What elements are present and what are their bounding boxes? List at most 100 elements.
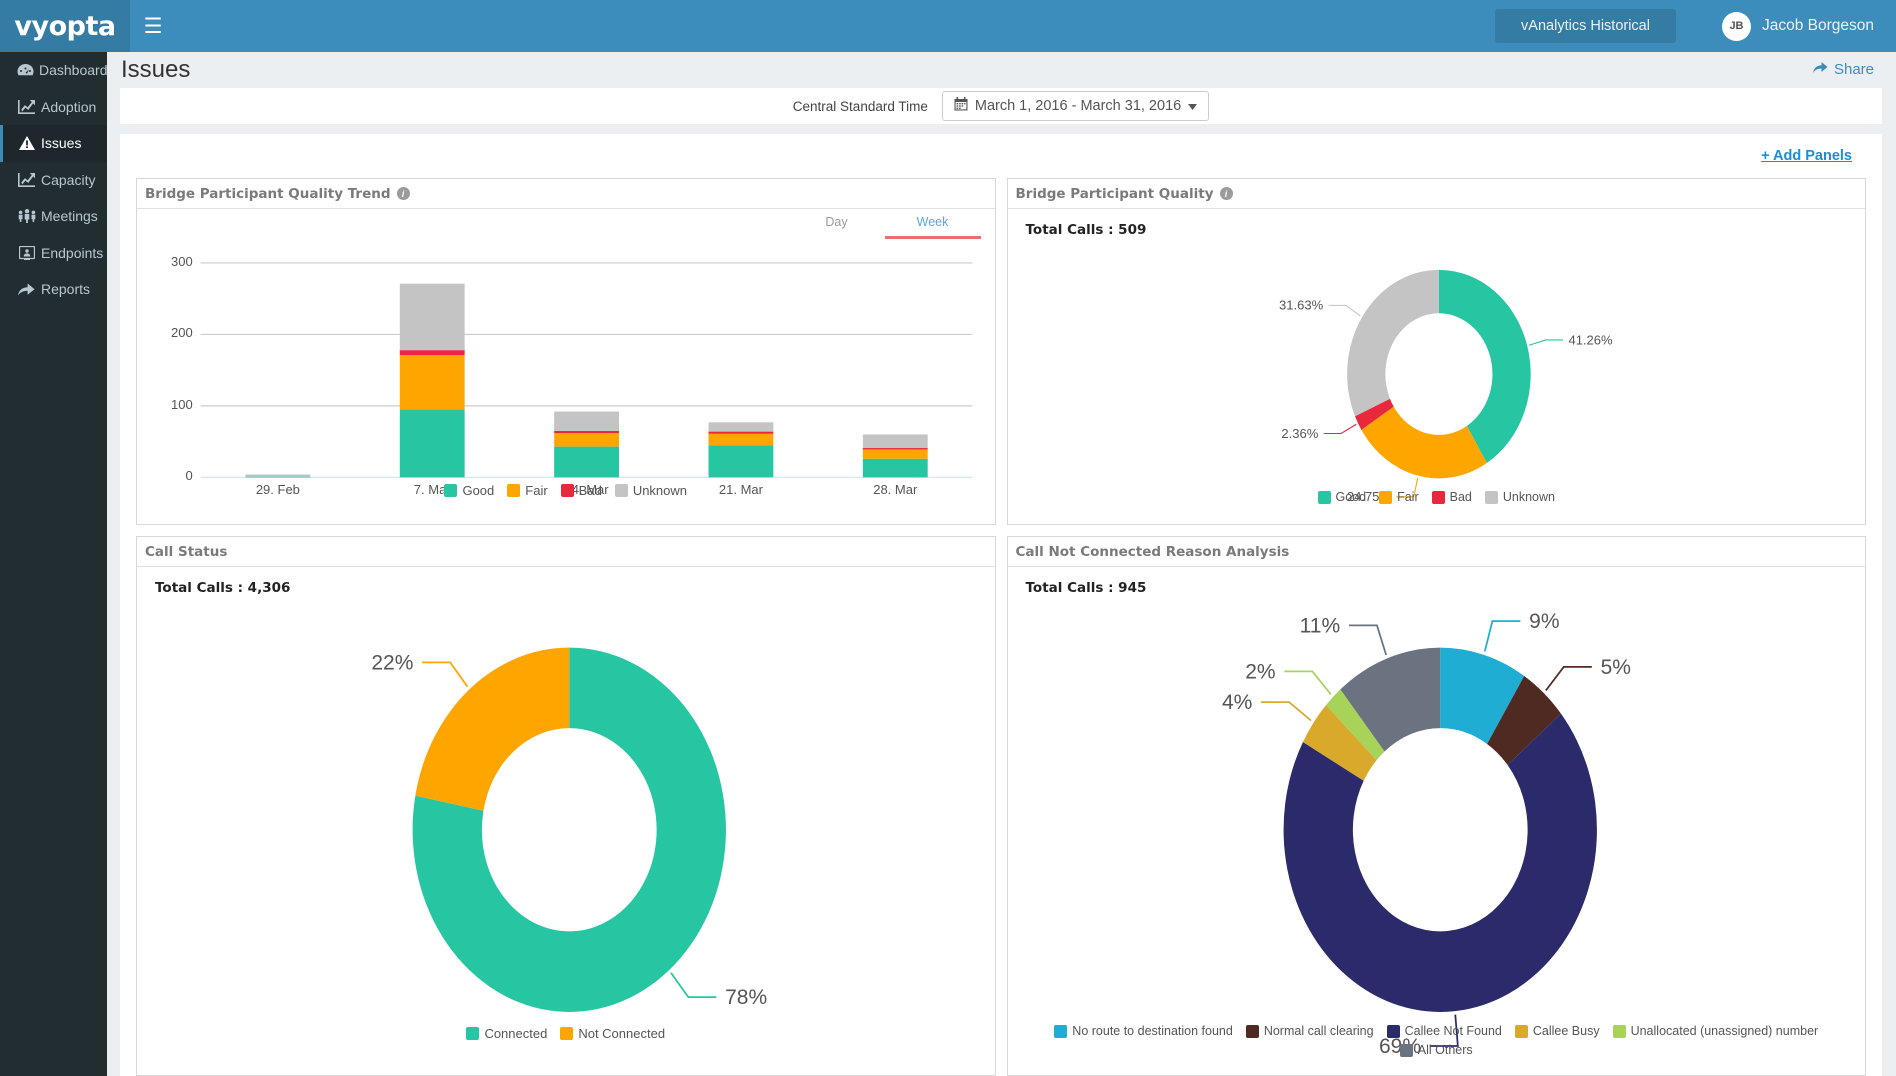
sidebar-item-label: Adoption	[41, 98, 97, 115]
legend-label: Unknown	[1502, 490, 1555, 504]
panel-title: Bridge Participant Quality	[1015, 185, 1214, 202]
share-arrow-icon	[17, 283, 36, 296]
legend-swatch	[1514, 1024, 1528, 1038]
legend-swatch	[1484, 490, 1498, 504]
chart-line-icon	[17, 172, 36, 187]
donut-reason-legend-item[interactable]: Callee Busy	[1514, 1024, 1600, 1038]
date-range-picker[interactable]: March 1, 2016 - March 31, 2016	[941, 91, 1210, 121]
y-axis-tick: 300	[170, 253, 193, 269]
donut-value-label: 11%	[1299, 614, 1340, 637]
donut-reason-legend-item[interactable]: Unallocated (unassigned) number	[1612, 1024, 1818, 1038]
sidebar-item-label: Meetings	[41, 208, 98, 225]
legend-swatch	[466, 1027, 480, 1040]
legend-label: Not Connected	[578, 1026, 666, 1041]
legend-swatch	[1317, 490, 1331, 504]
share-button[interactable]: Share	[1812, 61, 1874, 78]
info-icon[interactable]: i	[1219, 187, 1233, 200]
sidebar-item-meetings[interactable]: Meetings	[0, 198, 107, 235]
legend-swatch	[1245, 1024, 1259, 1038]
legend-label: Bad	[578, 483, 602, 498]
donut-reason-legend-item[interactable]: Callee Not Found	[1386, 1024, 1502, 1038]
donut-quality-legend-item[interactable]: Bad	[1431, 490, 1472, 504]
panel-header: Bridge Participant Quality Trend i	[137, 179, 995, 209]
bar-chart-legend-item[interactable]: Fair	[507, 483, 548, 498]
legend-label: Connected	[484, 1026, 548, 1041]
page-title: Issues	[121, 55, 191, 83]
chart-legend: Good Fair Bad Unknown	[1008, 490, 1866, 504]
donut-value-label: 4%	[1221, 691, 1251, 714]
bar-chart-legend-item[interactable]: Unknown	[614, 483, 688, 498]
share-arrow-icon	[1812, 61, 1828, 78]
sidebar-item-label: Issues	[41, 135, 82, 152]
donut-value-label: 31.63%	[1279, 298, 1324, 313]
product-switch-button[interactable]: vAnalytics Historical	[1495, 9, 1676, 43]
chart-legend: Connected Not Connected	[137, 1026, 995, 1041]
donut-value-label: 2.36%	[1281, 426, 1318, 441]
legend-label: Bad	[1449, 490, 1472, 504]
legend-swatch	[1379, 490, 1393, 504]
users-icon	[17, 209, 36, 224]
sidebar-item-issues[interactable]: Issues	[0, 125, 107, 162]
donut-quality-legend-item[interactable]: Unknown	[1484, 490, 1555, 504]
legend-label: Callee Busy	[1532, 1024, 1600, 1038]
panel-header: Call Status	[137, 537, 995, 567]
donut-value-label: 78%	[725, 986, 767, 1009]
logo-text: vyopta	[14, 10, 116, 42]
bar-chart: 0 100 200 300 29. Feb 7. Mar 14. Mar 21. Mar 28.…	[137, 209, 995, 524]
page-header: Issues Share	[107, 52, 1896, 87]
sidebar-item-dashboard[interactable]: Dashboard	[0, 52, 108, 89]
panel-body: Total Calls : 509 41.26% 24.75% 2.36% 31.63…	[1008, 209, 1866, 524]
user-menu[interactable]: JB Jacob Borgeson	[1721, 11, 1874, 41]
donut-reason-legend-item[interactable]: All Others	[1399, 1043, 1473, 1057]
legend-label: Unknown	[632, 483, 688, 498]
donut-quality-legend-item[interactable]: Good	[1317, 490, 1367, 504]
panel-body: Day Week 0 100 200 300 29. Feb 7. Mar 14. Mar 2…	[137, 209, 995, 524]
panel-bridge-participant-quality: Bridge Participant Quality i Total Calls…	[1006, 178, 1866, 525]
donut-reason-legend-item[interactable]: No route to destination found	[1054, 1024, 1233, 1038]
panel-call-status: Call Status Total Calls : 4,306 78% 22% C…	[136, 536, 996, 1076]
legend-label: Normal call clearing	[1263, 1024, 1374, 1038]
sidebar-item-adoption[interactable]: Adoption	[0, 89, 107, 126]
panel-body: Total Calls : 945 9%5%69%4%2%11% No rout…	[1008, 567, 1866, 1075]
bar-chart-legend-item[interactable]: Bad	[560, 483, 602, 498]
sidebar-item-capacity[interactable]: Capacity	[0, 162, 107, 199]
panel-title: Call Not Connected Reason Analysis	[1015, 543, 1290, 560]
y-axis-tick: 100	[170, 396, 193, 412]
timezone-label: Central Standard Time	[792, 98, 928, 114]
legend-label: Good	[1335, 490, 1367, 504]
legend-label: Fair	[1397, 490, 1419, 504]
legend-swatch	[1612, 1024, 1626, 1038]
legend-swatch	[560, 484, 574, 497]
legend-swatch	[614, 484, 628, 497]
sidebar-item-endpoints[interactable]: Endpoints	[0, 235, 107, 272]
y-axis-tick: 200	[170, 325, 193, 341]
donut-call-status-legend-item[interactable]: Connected	[466, 1026, 547, 1041]
date-range-label: March 1, 2016 - March 31, 2016	[974, 98, 1182, 114]
donut-value-label: 2%	[1245, 660, 1275, 683]
panel-title: Bridge Participant Quality Trend	[145, 185, 391, 202]
legend-label: Callee Not Found	[1404, 1024, 1502, 1038]
calendar-icon	[954, 97, 968, 115]
content-card: + Add Panels Bridge Participant Quality …	[120, 134, 1882, 1076]
sidebar-item-reports[interactable]: Reports	[0, 271, 107, 308]
date-bar: Central Standard Time March 1, 2016 - Ma…	[120, 88, 1882, 124]
hamburger-icon[interactable]: ☰	[130, 0, 176, 52]
panel-body: Total Calls : 4,306 78% 22% Connected Not …	[137, 567, 995, 1075]
donut-quality-legend-item[interactable]: Fair	[1379, 490, 1419, 504]
donut-call-status-legend-item[interactable]: Not Connected	[560, 1026, 665, 1041]
legend-swatch	[444, 484, 458, 497]
donut-value-label: 9%	[1529, 610, 1559, 633]
panel-header: Bridge Participant Quality i	[1007, 179, 1865, 209]
legend-label: Good	[462, 483, 495, 498]
app-logo[interactable]: vyopta	[0, 0, 130, 52]
panel-grid: Bridge Participant Quality Trend i Day W…	[136, 178, 1866, 1076]
donut-chart: 41.26% 24.75% 2.36% 31.63%	[1008, 209, 1866, 524]
add-panels-button[interactable]: + Add Panels	[1761, 148, 1852, 164]
sidebar-item-label: Reports	[41, 281, 91, 298]
donut-reason-legend-item[interactable]: Normal call clearing	[1245, 1024, 1374, 1038]
info-icon[interactable]: i	[396, 187, 410, 200]
bar-chart-legend-item[interactable]: Good	[444, 483, 494, 498]
donut-value-label: 22%	[371, 651, 413, 674]
top-bar: vyopta ☰ vAnalytics Historical JB Jacob …	[0, 0, 1896, 52]
bar-chart-labels: 0 100 200 300 29. Feb 7. Mar 14. Mar 21. Mar 28.…	[137, 209, 995, 524]
